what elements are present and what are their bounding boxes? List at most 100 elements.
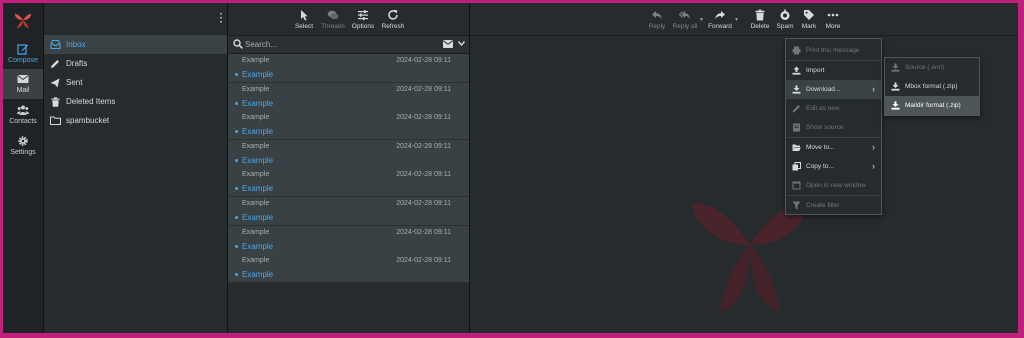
reply-button[interactable]: Reply xyxy=(644,9,670,30)
forward-caret-icon[interactable]: ▼ xyxy=(734,17,739,23)
nav-mail-label: Mail xyxy=(16,87,30,94)
chevron-right-icon: › xyxy=(872,84,875,94)
options-label: Options xyxy=(351,23,375,30)
message-subject: Example xyxy=(242,184,274,194)
message-date: 2024-02-28 09:11 xyxy=(396,142,451,150)
unread-dot-icon xyxy=(235,244,238,248)
forward-icon xyxy=(715,11,725,20)
menu-item-create-filter[interactable]: Create filter xyxy=(786,196,881,215)
delete-button[interactable]: Delete xyxy=(749,9,771,30)
nav-mail-button[interactable]: Mail xyxy=(3,69,43,99)
chevron-down-icon[interactable] xyxy=(458,41,465,46)
more-button[interactable]: More xyxy=(823,9,843,30)
folder-open-icon xyxy=(792,144,801,151)
message-row[interactable]: Example 2024-02-28 09:11 Example xyxy=(228,225,469,255)
menu-item-open-new-window[interactable]: Open in new window xyxy=(786,176,881,195)
threads-label: Threads xyxy=(321,23,345,30)
folder-item-inbox[interactable]: Inbox xyxy=(44,35,227,54)
app-window: Compose Mail Contacts Settings · · · Inb… xyxy=(3,3,1018,333)
folder-actions-kebab-icon[interactable]: · · · xyxy=(220,10,223,28)
chevron-right-icon: › xyxy=(872,142,875,152)
folder-label: Deleted Items xyxy=(66,97,116,106)
folder-icon xyxy=(49,115,61,127)
message-date: 2024-02-28 09:11 xyxy=(396,85,451,93)
message-row[interactable]: Example 2024-02-28 09:11 Example xyxy=(228,139,469,169)
unread-dot-icon xyxy=(235,130,238,134)
message-row[interactable]: Example 2024-02-28 09:11 Example xyxy=(228,111,469,141)
sliders-icon xyxy=(358,10,368,21)
message-list-pane: Select Threads Options Refresh Example 20… xyxy=(228,3,470,333)
download-option-label: Mbox format (.zip) xyxy=(905,83,958,90)
menu-item-print[interactable]: Print this message xyxy=(786,41,881,60)
nav-settings-button[interactable]: Settings xyxy=(3,131,43,161)
menu-item-label: Create filter xyxy=(806,202,840,209)
forward-button[interactable]: Forward xyxy=(706,9,734,30)
message-date: 2024-02-28 09:11 xyxy=(396,57,451,64)
toolbar-divider xyxy=(470,35,1018,36)
folder-item-drafts[interactable]: Drafts xyxy=(44,54,227,73)
mark-button[interactable]: Mark xyxy=(799,9,819,30)
reply-all-button[interactable]: Reply all xyxy=(670,9,700,30)
folder-item-deleted-items[interactable]: Deleted Items xyxy=(44,92,227,111)
menu-item-edit-as-new[interactable]: Edit as new xyxy=(786,99,881,118)
message-subject: Example xyxy=(242,155,274,165)
nav-compose-button[interactable]: Compose xyxy=(3,39,43,69)
envelope-icon xyxy=(17,75,29,83)
download-option-source[interactable]: Source (.eml) xyxy=(885,58,979,77)
options-button[interactable]: Options xyxy=(349,9,377,30)
inbox-icon xyxy=(49,39,61,51)
menu-item-label: Show source xyxy=(806,124,844,131)
reply-all-caret-icon[interactable]: ▼ xyxy=(699,17,704,23)
unread-dot-icon xyxy=(235,101,238,105)
message-row[interactable]: Example 2024-02-28 09:11 Example xyxy=(228,254,469,284)
menu-item-copy-to[interactable]: Copy to... › xyxy=(786,157,881,176)
message-date: 2024-02-28 09:11 xyxy=(396,257,451,265)
message-row[interactable]: Example 2024-02-28 09:11 Example xyxy=(228,82,469,112)
filter-icon xyxy=(792,201,801,210)
search-input[interactable] xyxy=(245,38,435,50)
menu-item-label: Open in new window xyxy=(806,182,866,189)
download-option-mbox[interactable]: Mbox format (.zip) xyxy=(885,77,979,96)
trash-icon xyxy=(755,9,765,21)
trash-icon xyxy=(49,96,61,108)
menu-item-move-to[interactable]: Move to... › xyxy=(786,138,881,157)
message-row[interactable]: Example 2024-02-28 09:11 Example xyxy=(228,197,469,226)
message-row[interactable]: Example 2024-02-28 09:11 Example xyxy=(228,54,469,83)
refresh-icon xyxy=(388,9,398,20)
print-icon xyxy=(792,46,801,55)
message-from: Example xyxy=(242,171,270,179)
chevron-right-icon: › xyxy=(872,161,875,171)
refresh-label: Refresh xyxy=(381,23,405,30)
message-row[interactable]: Example 2024-02-28 09:11 Example xyxy=(228,168,469,198)
folder-item-spambucket[interactable]: spambucket xyxy=(44,111,227,130)
menu-item-label: Import xyxy=(806,67,825,74)
menu-item-import[interactable]: Import xyxy=(786,61,881,80)
cursor-icon xyxy=(301,10,308,21)
new-window-icon xyxy=(792,181,801,190)
nav-contacts-label: Contacts xyxy=(9,118,37,125)
menu-item-download[interactable]: Download... › xyxy=(786,80,881,99)
nav-contacts-button[interactable]: Contacts xyxy=(3,100,43,130)
spam-button[interactable]: Spam xyxy=(775,9,795,30)
search-scope-envelope-icon[interactable] xyxy=(443,40,453,48)
search-icon xyxy=(233,39,243,49)
download-option-maildir[interactable]: Maildir format (.zip) xyxy=(885,96,979,115)
nav-compose-label: Compose xyxy=(8,57,38,64)
message-subject: Example xyxy=(242,241,274,251)
spam-icon xyxy=(780,9,790,20)
message-from: Example xyxy=(242,228,270,236)
reply-all-label: Reply all xyxy=(672,23,698,30)
download-icon xyxy=(891,63,900,72)
select-button[interactable]: Select xyxy=(292,9,316,30)
paper-plane-icon xyxy=(49,77,61,89)
refresh-button[interactable]: Refresh xyxy=(379,9,407,30)
message-from: Example xyxy=(242,142,270,150)
threads-button[interactable]: Threads xyxy=(318,9,348,30)
reply-label: Reply xyxy=(648,23,666,30)
select-label: Select xyxy=(294,23,314,30)
folder-item-sent[interactable]: Sent xyxy=(44,73,227,92)
message-view-pane: Reply Reply all ▼ Forward ▼ Delete Spam … xyxy=(470,3,1018,333)
left-nav: Compose Mail Contacts Settings xyxy=(3,3,44,333)
more-menu: Print this message Import Download... › … xyxy=(785,38,882,215)
menu-item-show-source[interactable]: Show source xyxy=(786,118,881,137)
